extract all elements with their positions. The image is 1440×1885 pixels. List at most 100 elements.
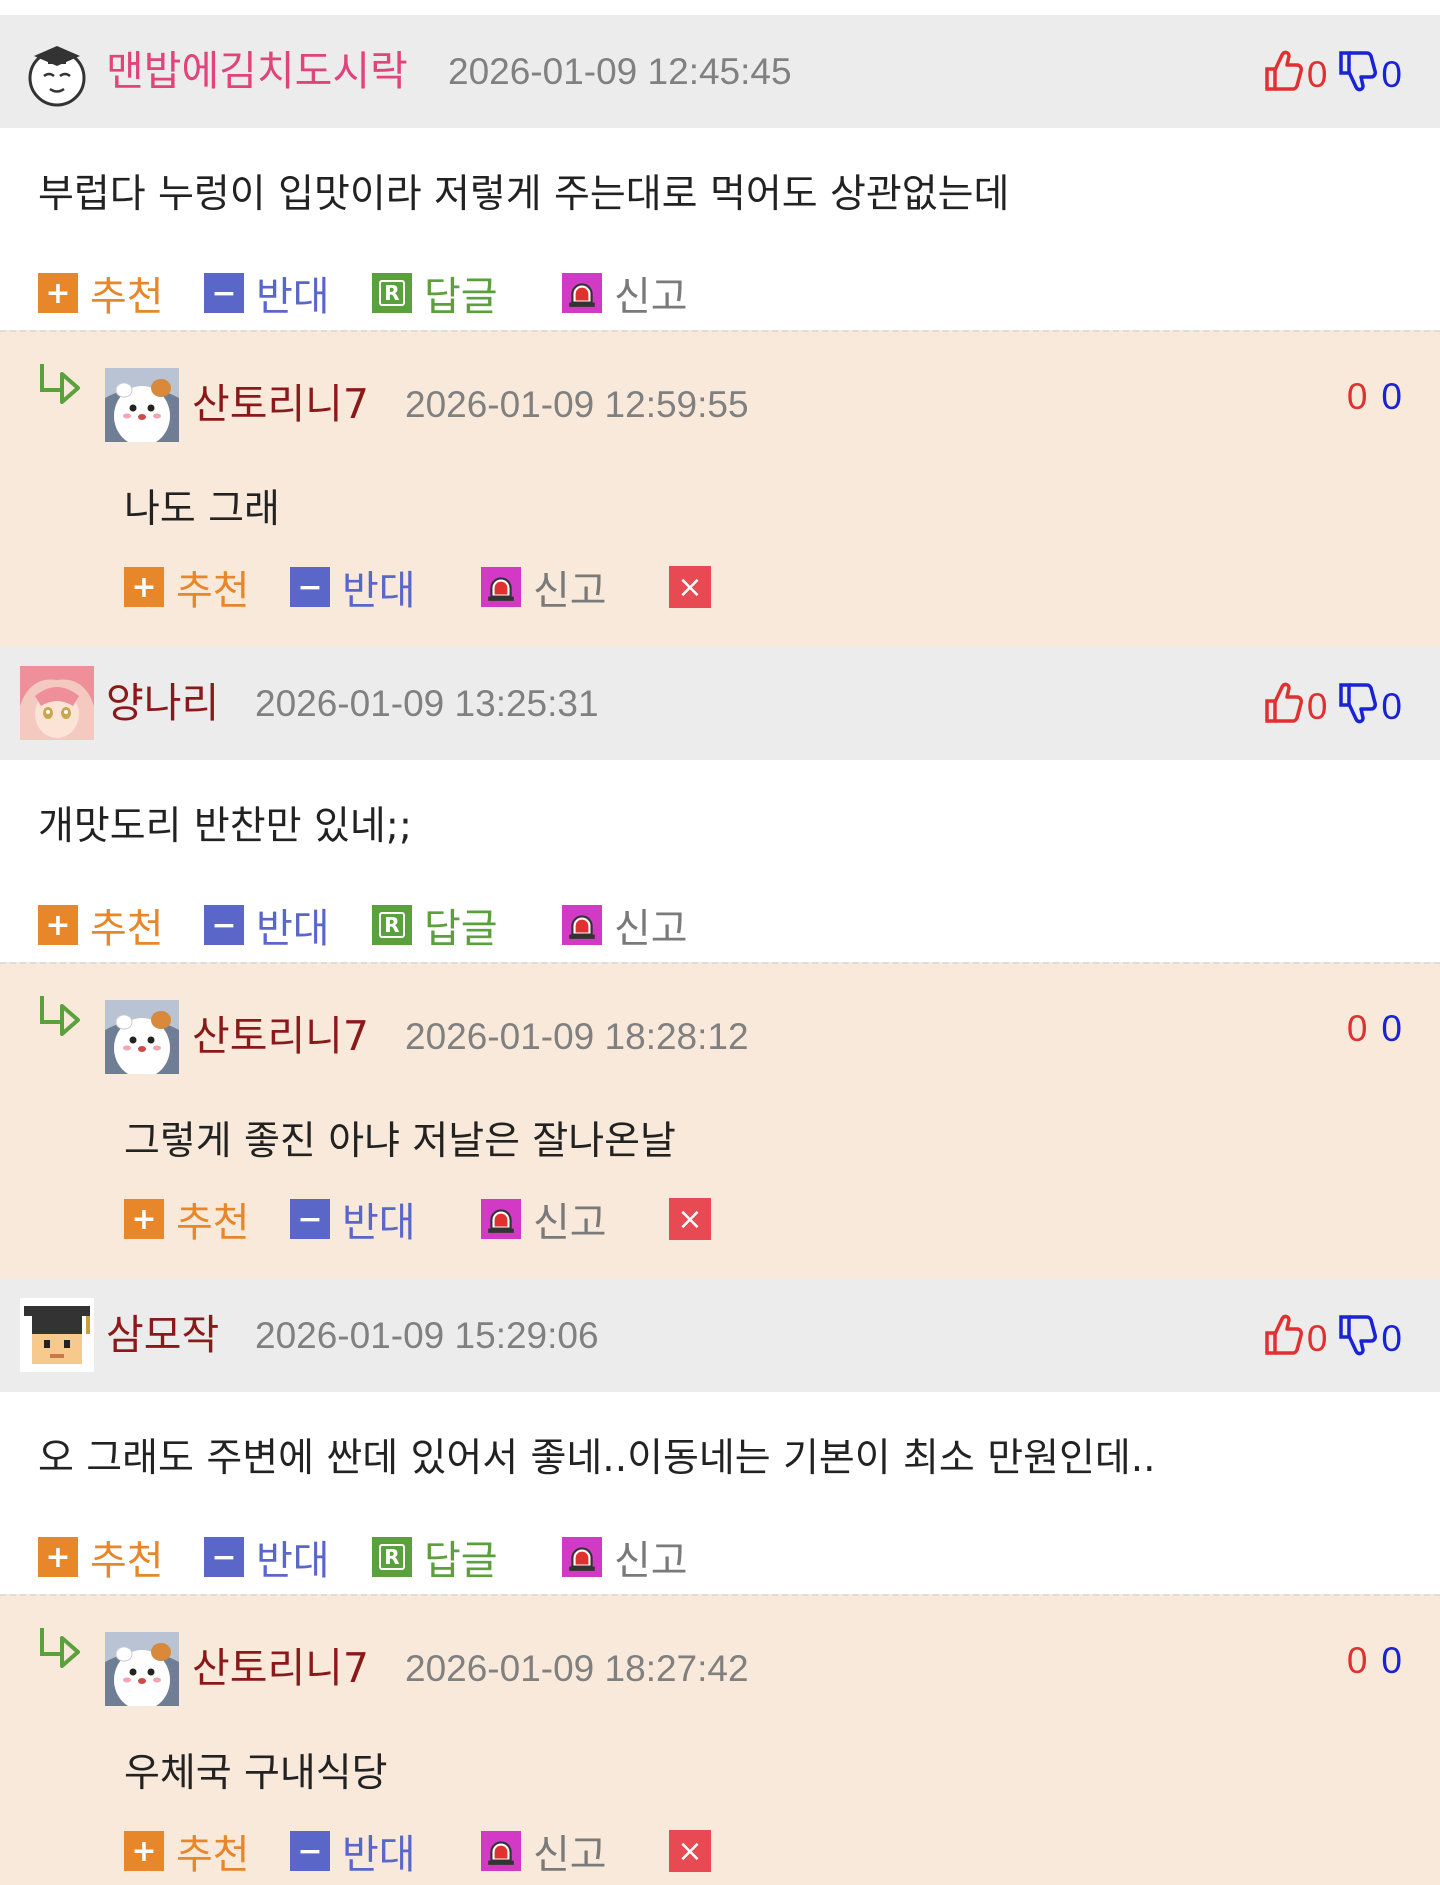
comment-date: 2026-01-09 15:29:06	[255, 1315, 599, 1356]
reply-actions: + 추천 − 반대 신고 ×	[0, 1826, 1440, 1878]
author-name[interactable]: 양나리	[106, 683, 219, 724]
author-name[interactable]: 맨밥에김치도시락	[106, 51, 408, 92]
reply-vote-counts: 00	[1347, 378, 1402, 415]
reply-arrow-icon	[36, 360, 84, 408]
reply-date: 2026-01-09 18:28:12	[405, 1016, 749, 1057]
reply-vote-counts: 00	[1347, 1010, 1402, 1047]
thumbs-up-icon[interactable]	[1263, 681, 1303, 734]
comment-date: 2026-01-09 12:45:45	[448, 51, 792, 92]
down-vote-count: 0	[1381, 686, 1402, 727]
report-button[interactable]: 신고	[562, 268, 688, 320]
report-label: 신고	[614, 1538, 688, 1584]
reply-up-count: 0	[1346, 1640, 1368, 1681]
reply-date: 2026-01-09 18:27:42	[405, 1648, 749, 1689]
reply-comment: 산토리니7 2026-01-09 12:59:55 0 0 나도 그래 + 추천 − 반대 신고 ×	[0, 330, 1440, 647]
thumbs-down-icon[interactable]	[1337, 1313, 1377, 1366]
recommend-label: 추천	[176, 1832, 250, 1878]
minus-icon: −	[290, 1831, 330, 1871]
report-label: 신고	[533, 568, 607, 614]
reply-author-name[interactable]: 산토리니7	[192, 384, 369, 425]
recommend-label: 추천	[90, 1538, 164, 1584]
reply-badge-icon: R	[372, 1537, 412, 1577]
comment-header: 삼모작 2026-01-09 15:29:06 0 0	[0, 1279, 1440, 1392]
minus-icon: −	[204, 1537, 244, 1577]
reply-button[interactable]: R 답글	[372, 1532, 498, 1584]
author-name[interactable]: 삼모작	[106, 1315, 219, 1356]
siren-icon	[562, 273, 602, 313]
report-button[interactable]: 신고	[562, 1532, 688, 1584]
thumbs-up-icon[interactable]	[1263, 1313, 1303, 1366]
comment-actions: + 추천 − 반대 R 답글 신고	[0, 1532, 1440, 1584]
recommend-button[interactable]: + 추천	[38, 268, 164, 320]
comment-text: 부럽다 누렁이 입맛이라 저렇게 주는대로 먹어도 상관없는데	[38, 172, 1010, 217]
siren-icon	[481, 1831, 521, 1871]
recommend-button[interactable]: + 추천	[38, 1532, 164, 1584]
comment-actions: + 추천 − 반대 R 답글 신고	[0, 900, 1440, 952]
minus-icon: −	[204, 273, 244, 313]
vote-counts: 00	[1263, 51, 1402, 99]
reply-text: 우체국 구내식당	[124, 1751, 388, 1796]
comment-text: 오 그래도 주변에 싼데 있어서 좋네..이동네는 기본이 최소 만원인데..	[38, 1436, 1156, 1481]
oppose-button[interactable]: − 반대	[204, 268, 330, 320]
hamster-avatar-icon[interactable]	[105, 1632, 179, 1706]
delete-button[interactable]: ×	[669, 1198, 711, 1240]
oppose-button[interactable]: − 반대	[290, 1826, 416, 1878]
reply-text: 그렇게 좋진 아냐 저날은 잘나온날	[124, 1119, 676, 1164]
reply-label: 답글	[424, 1538, 498, 1584]
pixel-graduate-avatar-icon[interactable]	[20, 1298, 94, 1372]
reply-arrow-icon	[36, 1624, 84, 1672]
oppose-label: 반대	[256, 1538, 330, 1584]
minus-icon: −	[290, 567, 330, 607]
reply-author-name[interactable]: 산토리니7	[192, 1016, 369, 1057]
reply-up-count: 0	[1346, 376, 1368, 417]
report-button[interactable]: 신고	[481, 1194, 607, 1246]
reply-badge-icon: R	[372, 905, 412, 945]
thumbs-down-icon[interactable]	[1337, 49, 1377, 102]
graduate-face-avatar-icon[interactable]	[20, 34, 94, 108]
hamster-avatar-icon[interactable]	[105, 1000, 179, 1074]
reply-down-count: 0	[1381, 1008, 1402, 1049]
comment-text: 개맛도리 반찬만 있네;;	[38, 804, 412, 849]
comment-header: 양나리 2026-01-09 13:25:31 0 0	[0, 647, 1440, 760]
oppose-button[interactable]: − 반대	[290, 562, 416, 614]
oppose-label: 반대	[342, 568, 416, 614]
recommend-button[interactable]: + 추천	[124, 562, 250, 614]
vote-counts: 00	[1263, 683, 1402, 731]
reply-text: 나도 그래	[124, 487, 280, 532]
plus-icon: +	[38, 273, 78, 313]
recommend-label: 추천	[90, 906, 164, 952]
reply-label: 답글	[424, 274, 498, 320]
down-vote-count: 0	[1381, 54, 1402, 95]
plus-icon: +	[38, 1537, 78, 1577]
plus-icon: +	[38, 905, 78, 945]
anime-girl-avatar-icon[interactable]	[20, 666, 94, 740]
report-label: 신고	[614, 906, 688, 952]
oppose-button[interactable]: − 반대	[290, 1194, 416, 1246]
reply-button[interactable]: R 답글	[372, 900, 498, 952]
reply-author-name[interactable]: 산토리니7	[192, 1648, 369, 1689]
report-button[interactable]: 신고	[481, 1826, 607, 1878]
reply-button[interactable]: R 답글	[372, 268, 498, 320]
thumbs-down-icon[interactable]	[1337, 681, 1377, 734]
delete-button[interactable]: ×	[669, 566, 711, 608]
recommend-button[interactable]: + 추천	[124, 1826, 250, 1878]
report-button[interactable]: 신고	[562, 900, 688, 952]
reply-date: 2026-01-09 12:59:55	[405, 384, 749, 425]
oppose-label: 반대	[342, 1832, 416, 1878]
report-button[interactable]: 신고	[481, 562, 607, 614]
reply-arrow-icon	[36, 992, 84, 1040]
up-vote-count: 0	[1306, 1318, 1328, 1359]
oppose-button[interactable]: − 반대	[204, 900, 330, 952]
oppose-button[interactable]: − 반대	[204, 1532, 330, 1584]
hamster-avatar-icon[interactable]	[105, 368, 179, 442]
plus-icon: +	[124, 1831, 164, 1871]
comment-date: 2026-01-09 13:25:31	[255, 683, 599, 724]
recommend-button[interactable]: + 추천	[124, 1194, 250, 1246]
reply-actions: + 추천 − 반대 신고 ×	[0, 1194, 1440, 1246]
thumbs-up-icon[interactable]	[1263, 49, 1303, 102]
recommend-label: 추천	[90, 274, 164, 320]
recommend-button[interactable]: + 추천	[38, 900, 164, 952]
up-vote-count: 0	[1306, 54, 1328, 95]
recommend-label: 추천	[176, 568, 250, 614]
delete-button[interactable]: ×	[669, 1830, 711, 1872]
